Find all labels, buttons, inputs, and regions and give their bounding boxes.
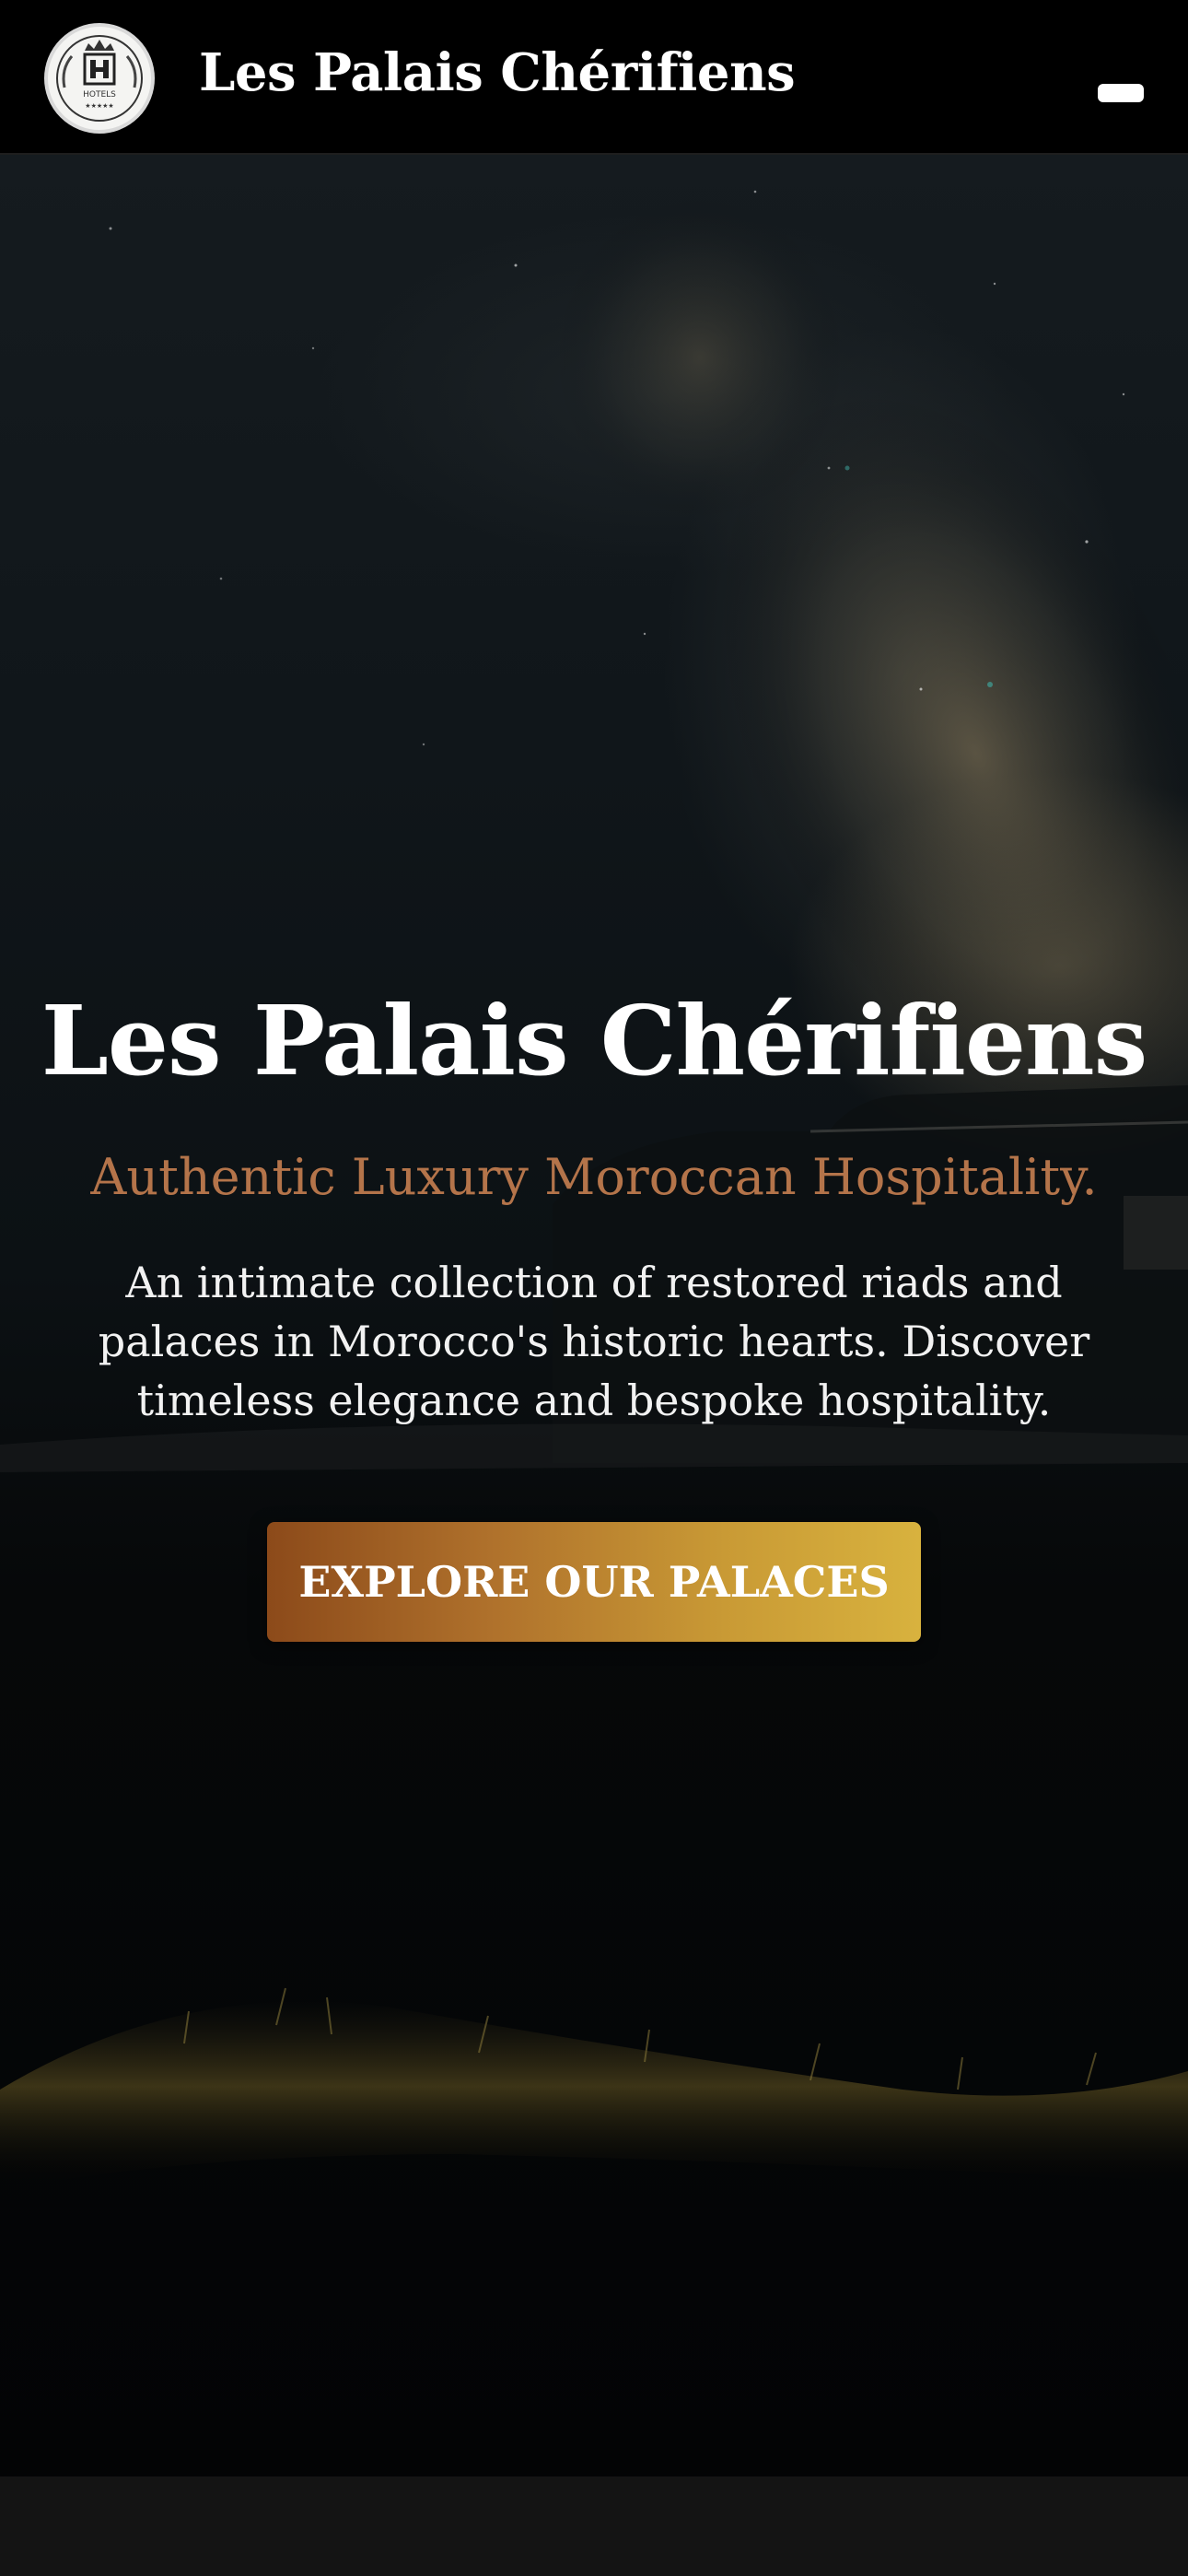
svg-text:HOTELS: HOTELS [83, 90, 116, 100]
hotel-logo[interactable]: HOTELS ★★★★★ [44, 23, 155, 134]
hero-title: Les Palais Chérifiens [41, 984, 1147, 1097]
footer-strip [0, 2476, 1188, 2576]
explore-palaces-button[interactable]: EXPLORE OUR PALACES [267, 1522, 921, 1642]
site-header: HOTELS ★★★★★ Les Palais Chérifiens [0, 0, 1188, 155]
brand-name[interactable]: Les Palais Chérifiens [199, 42, 796, 103]
hamburger-icon[interactable] [1098, 84, 1144, 102]
hero-tagline: Authentic Luxury Moroccan Hospitality. [90, 1148, 1098, 1206]
hero-description: An intimate collection of restored riads… [98, 1258, 1090, 1425]
crest-icon: HOTELS ★★★★★ [56, 35, 143, 122]
hero-section: Les Palais Chérifiens Authentic Luxury M… [0, 155, 1188, 2476]
svg-text:★★★★★: ★★★★★ [85, 102, 113, 110]
page: HOTELS ★★★★★ Les Palais Chérifiens Les P… [0, 0, 1188, 2576]
